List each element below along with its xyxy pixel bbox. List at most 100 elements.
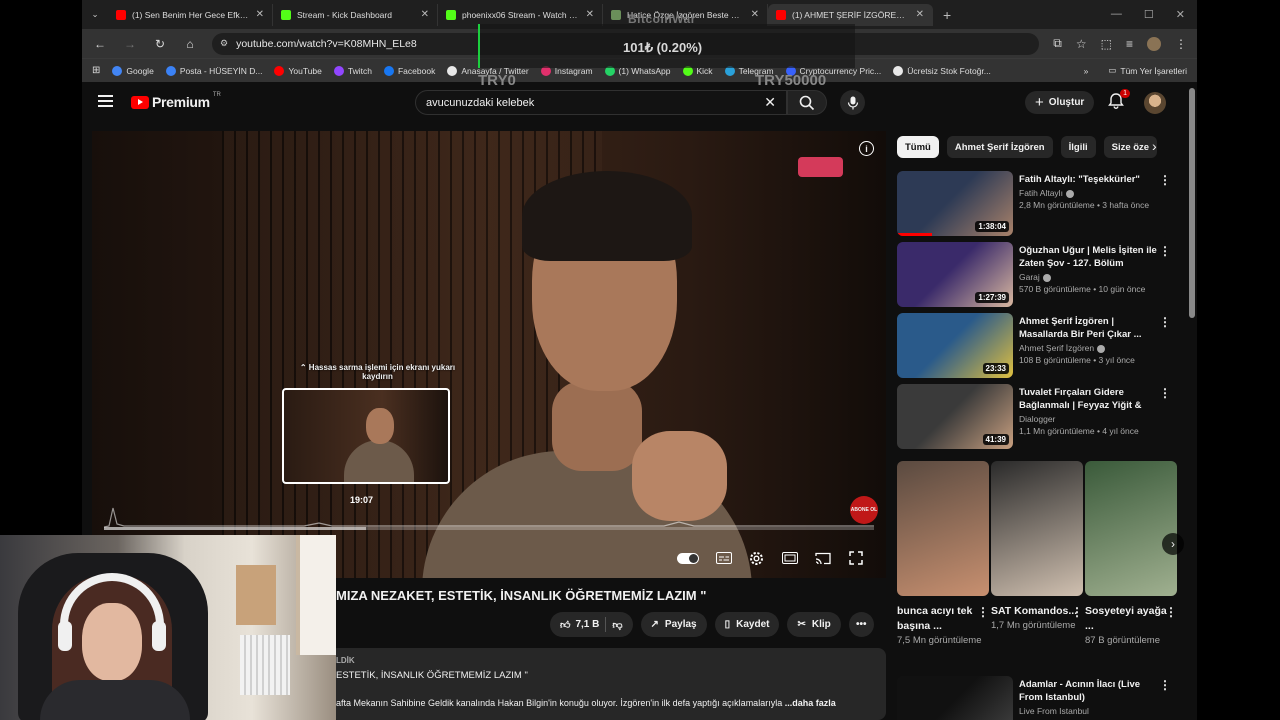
- bookmark-item[interactable]: Ücretsiz Stok Fotoğr...: [893, 65, 991, 76]
- video-stats: 108 B görüntüleme • 3 yıl önce: [1019, 355, 1135, 365]
- more-vertical-icon[interactable]: ⋮: [1071, 605, 1083, 619]
- notifications-button[interactable]: 1: [1107, 89, 1130, 112]
- short-item[interactable]: Sosyeteyi ayağa ... 87 B görüntüleme ⋮: [1085, 461, 1177, 648]
- home-icon[interactable]: ⌂: [182, 37, 198, 51]
- new-tab-button[interactable]: +: [933, 7, 961, 23]
- bookmark-item[interactable]: Kick: [682, 65, 713, 76]
- bookmark-item[interactable]: Anasayfa / Twitter: [447, 65, 529, 76]
- bookmark-favicon-icon: [333, 65, 344, 76]
- youtube-premium-logo[interactable]: Premium TR: [131, 92, 221, 110]
- browser-tab[interactable]: phoenixx06 Stream - Watch Live ✕: [438, 3, 603, 26]
- info-icon[interactable]: i: [859, 141, 874, 156]
- fullscreen-button[interactable]: [849, 549, 863, 567]
- browser-tab-active[interactable]: (1) AHMET ŞERİF İZGÖREN " Ç ✕: [768, 3, 933, 26]
- description-box[interactable]: LDİK ESTETİK, İNSANLIK ÖĞRETMEMİZ LAZIM …: [330, 648, 886, 720]
- bookmark-label: YouTube: [288, 65, 322, 76]
- theater-mode-button[interactable]: [782, 549, 798, 567]
- progress-bar[interactable]: [104, 527, 874, 530]
- chip-all[interactable]: Tümü: [897, 136, 939, 158]
- page-scrollbar[interactable]: [1189, 88, 1195, 318]
- bookmark-item[interactable]: YouTube: [274, 65, 322, 76]
- recommended-video[interactable]: 1:38:04 Fatih Altaylı: "Teşekkürler" Fatih…: [897, 171, 1177, 236]
- bookmark-item[interactable]: (1) WhatsApp: [604, 65, 671, 76]
- menu-icon[interactable]: [98, 95, 113, 107]
- recommended-video[interactable]: 23:33 Ahmet Şerif İzgören | Masallarda Bi…: [897, 313, 1177, 378]
- site-info-icon[interactable]: ⚙: [220, 38, 228, 49]
- bookmark-item[interactable]: Facebook: [383, 65, 435, 76]
- apps-grid-icon[interactable]: ⊞: [92, 65, 100, 76]
- chip-related[interactable]: İlgili: [1060, 136, 1096, 158]
- tab-search-button[interactable]: ⌄: [82, 4, 108, 26]
- back-icon[interactable]: ←: [92, 37, 108, 51]
- bookmark-item[interactable]: Telegram: [724, 65, 774, 76]
- close-tab-icon[interactable]: ✕: [751, 9, 759, 20]
- tab-title: Hatice Özge İzgören Beste Kimde: [627, 9, 745, 20]
- more-vertical-icon[interactable]: ⋮: [1165, 605, 1177, 619]
- bookmark-item[interactable]: Cryptocurrency Pric...: [785, 65, 881, 76]
- address-bar[interactable]: ⚙ youtube.com/watch?v=K08MHN_ELe8: [212, 32, 1040, 55]
- media-controls-icon[interactable]: ≡: [1126, 37, 1133, 51]
- bookmark-item[interactable]: Twitch: [333, 65, 372, 76]
- search-button[interactable]: [787, 90, 827, 115]
- extensions-icon[interactable]: ⬚: [1101, 37, 1112, 51]
- fine-scrub-hint: ⌃ Hassas sarma işlemi için ekranı yukarı…: [299, 363, 456, 381]
- show-more-link[interactable]: ...daha fazla: [785, 698, 836, 708]
- more-vertical-icon[interactable]: ⋮: [977, 605, 989, 619]
- profile-avatar[interactable]: [1147, 36, 1161, 51]
- cast-button[interactable]: [815, 549, 831, 567]
- recommended-video[interactable]: Adamlar - Acının İlacı (Live From Istanb…: [897, 676, 1177, 720]
- clip-button[interactable]: ✂ Klip: [787, 612, 841, 637]
- bookmark-item[interactable]: Google: [112, 65, 154, 76]
- create-button[interactable]: + Oluştur: [1025, 91, 1095, 114]
- browser-tab[interactable]: (1) Sen Benim Her Gece Efkarım ✕: [108, 3, 273, 26]
- account-avatar[interactable]: [1144, 92, 1166, 114]
- description-header: LDİK: [336, 656, 355, 665]
- fullscreen-icon: [849, 551, 863, 565]
- more-actions-button[interactable]: •••: [848, 612, 874, 637]
- browser-tab[interactable]: Stream - Kick Dashboard ✕: [273, 3, 438, 26]
- close-tab-icon[interactable]: ✕: [916, 9, 924, 20]
- short-item[interactable]: SAT Komandos... 1,7 Mn görüntüleme ⋮: [991, 461, 1083, 633]
- browser-tab[interactable]: Hatice Özge İzgören Beste Kimde ✕: [603, 3, 768, 26]
- shorts-next-button[interactable]: ›: [1162, 533, 1184, 555]
- bookmark-item[interactable]: Posta - HÜSEYİN D...: [165, 65, 262, 76]
- close-tab-icon[interactable]: ✕: [586, 9, 594, 20]
- settings-button[interactable]: [749, 549, 764, 567]
- browser-menu-icon[interactable]: ⋮: [1175, 37, 1187, 51]
- maximize-icon[interactable]: ☐: [1144, 8, 1154, 21]
- chevron-right-icon[interactable]: ›: [1152, 138, 1157, 154]
- close-window-icon[interactable]: ✕: [1176, 8, 1185, 21]
- chip-for-you[interactable]: Size öze: [1103, 136, 1158, 158]
- more-vertical-icon[interactable]: ⋮: [1159, 386, 1171, 400]
- reload-icon[interactable]: ↻: [152, 37, 168, 51]
- forward-icon[interactable]: →: [122, 37, 138, 51]
- voice-search-button[interactable]: [840, 90, 865, 115]
- like-button[interactable]: 👍︎ 7,1 B: [560, 619, 599, 631]
- save-button[interactable]: ▯ Kaydet: [714, 612, 780, 637]
- recommended-video[interactable]: 1:27:39 Oğuzhan Uğur | Melis İşiten ile Z…: [897, 242, 1177, 307]
- install-app-icon[interactable]: ⧉: [1053, 36, 1062, 51]
- share-button[interactable]: ↗ Paylaş: [640, 612, 707, 637]
- search-input[interactable]: avucunuzdaki kelebek ✕: [415, 90, 787, 115]
- short-item[interactable]: bunca acıyı tek başına ... 7,5 Mn görünt…: [897, 461, 989, 648]
- close-tab-icon[interactable]: ✕: [421, 9, 429, 20]
- recommended-video[interactable]: 41:39 Tuvalet Fırçaları Gidere Bağlanmalı…: [897, 384, 1177, 449]
- clear-search-icon[interactable]: ✕: [764, 94, 776, 111]
- bookmark-star-icon[interactable]: ☆: [1076, 37, 1087, 51]
- bookmark-item[interactable]: Instagram: [540, 65, 593, 76]
- autoplay-toggle[interactable]: [677, 549, 699, 567]
- chip-channel[interactable]: Ahmet Şerif İzgören: [946, 136, 1053, 158]
- close-tab-icon[interactable]: ✕: [256, 9, 264, 20]
- more-vertical-icon[interactable]: ⋮: [1159, 173, 1171, 187]
- more-vertical-icon[interactable]: ⋮: [1159, 678, 1171, 692]
- all-bookmarks-folder[interactable]: ▭ Tüm Yer İşaretleri: [1108, 65, 1187, 76]
- video-player[interactable]: i ABONE OL ⌃ Hassas sarma işlemi için ek…: [92, 131, 886, 578]
- channel-watermark[interactable]: [798, 157, 843, 177]
- thumbs-down-icon[interactable]: 👎︎: [612, 619, 622, 631]
- subtitles-button[interactable]: [716, 549, 732, 567]
- more-vertical-icon[interactable]: ⋮: [1159, 244, 1171, 258]
- video-duration: 1:27:39: [975, 292, 1009, 303]
- minimize-icon[interactable]: —: [1111, 8, 1122, 21]
- more-bookmarks-icon[interactable]: »: [1084, 66, 1089, 76]
- more-vertical-icon[interactable]: ⋮: [1159, 315, 1171, 329]
